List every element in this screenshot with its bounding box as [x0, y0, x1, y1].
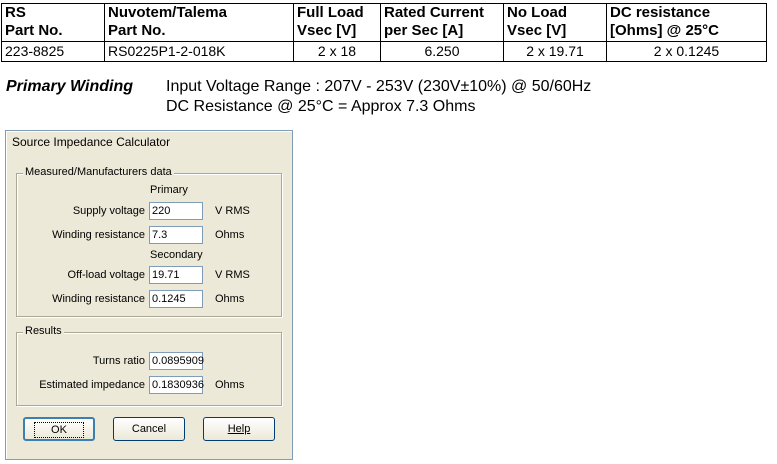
header-text: Nuvotem/Talema	[108, 4, 227, 21]
header-full-load: Full Load Vsec [V]	[293, 3, 381, 42]
results-group: Results Turns ratio 0.0895909 Estimated …	[16, 325, 282, 406]
header-text: Full Load	[297, 4, 364, 21]
header-text: DC resistance	[610, 4, 711, 21]
help-button[interactable]: Help	[203, 417, 275, 441]
cell-dc-resistance: 2 x 0.1245	[606, 41, 767, 62]
primary-dc-resistance: DC Resistance @ 25°C = Approx 7.3 Ohms	[166, 98, 476, 115]
cell-rs-part: 223-8825	[1, 41, 105, 62]
primary-resistance-unit: Ohms	[215, 229, 245, 241]
header-rated-current: Rated Current per Sec [A]	[380, 3, 504, 42]
input-voltage-range: Input Voltage Range : 207V - 253V (230V±…	[166, 78, 592, 95]
offload-voltage-label: Off-load voltage	[67, 269, 145, 281]
results-group-caption: Results	[23, 325, 64, 337]
spec-data-row: 223-8825 RS0225P1-2-018K 2 x 18 6.250 2 …	[1, 41, 767, 62]
secondary-resistance-label: Winding resistance	[52, 293, 145, 305]
dialog-title: Source Impedance Calculator	[12, 135, 171, 149]
primary-resistance-input[interactable]: 7.3	[149, 226, 203, 244]
supply-voltage-input[interactable]: 220	[149, 202, 203, 220]
offload-voltage-input[interactable]: 19.71	[149, 266, 203, 284]
cell-no-load: 2 x 19.71	[503, 41, 607, 62]
header-text: Part No.	[5, 22, 63, 39]
spec-table: RS Part No. Nuvotem/Talema Part No. Full L…	[1, 3, 767, 62]
secondary-resistance-unit: Ohms	[215, 293, 245, 305]
measured-data-group: Measured/Manufacturers data Primary Supp…	[16, 166, 282, 317]
supply-voltage-label: Supply voltage	[72, 205, 145, 217]
cell-nuvotem-part: RS0225P1-2-018K	[104, 41, 294, 62]
measured-group-caption: Measured/Manufacturers data	[23, 166, 174, 178]
cell-rated-current: 6.250	[380, 41, 504, 62]
primary-resistance-label: Winding resistance	[52, 229, 145, 241]
impedance-field[interactable]: 0.1830936	[149, 376, 204, 394]
cancel-button-label: Cancel	[131, 423, 167, 435]
offload-voltage-unit: V RMS	[215, 269, 250, 281]
header-text: RS	[5, 4, 26, 21]
header-text: Rated Current	[384, 4, 485, 21]
cell-full-load: 2 x 18	[293, 41, 381, 62]
primary-winding-label: Primary Winding	[6, 78, 133, 95]
supply-voltage-unit: V RMS	[215, 205, 250, 217]
header-text: per Sec [A]	[384, 22, 464, 39]
impedance-label: Estimated impedance	[39, 379, 145, 391]
source-impedance-dialog: Source Impedance Calculator Measured/Man…	[5, 130, 293, 460]
ok-button[interactable]: OK	[23, 417, 95, 441]
ok-button-label: OK	[34, 422, 84, 438]
header-text: No Load	[507, 4, 567, 21]
header-text: [Ohms] @ 25°C	[610, 22, 719, 39]
secondary-heading: Secondary	[150, 249, 203, 261]
impedance-unit: Ohms	[215, 379, 245, 391]
header-text: Vsec [V]	[297, 22, 357, 39]
primary-heading: Primary	[150, 184, 188, 196]
header-no-load: No Load Vsec [V]	[503, 3, 607, 42]
help-button-label: Help	[227, 423, 251, 435]
cancel-button[interactable]: Cancel	[113, 417, 185, 441]
spec-header-row: RS Part No. Nuvotem/Talema Part No. Full L…	[1, 3, 767, 42]
header-dc-resistance: DC resistance [Ohms] @ 25°C	[606, 3, 767, 42]
turns-ratio-field[interactable]: 0.0895909	[149, 352, 204, 370]
header-nuvotem-part: Nuvotem/Talema Part No.	[104, 3, 294, 42]
header-text: Vsec [V]	[507, 22, 567, 39]
header-rs-part: RS Part No.	[1, 3, 105, 42]
secondary-resistance-input[interactable]: 0.1245	[149, 290, 203, 308]
header-text: Part No.	[108, 22, 166, 39]
turns-ratio-label: Turns ratio	[92, 355, 145, 367]
